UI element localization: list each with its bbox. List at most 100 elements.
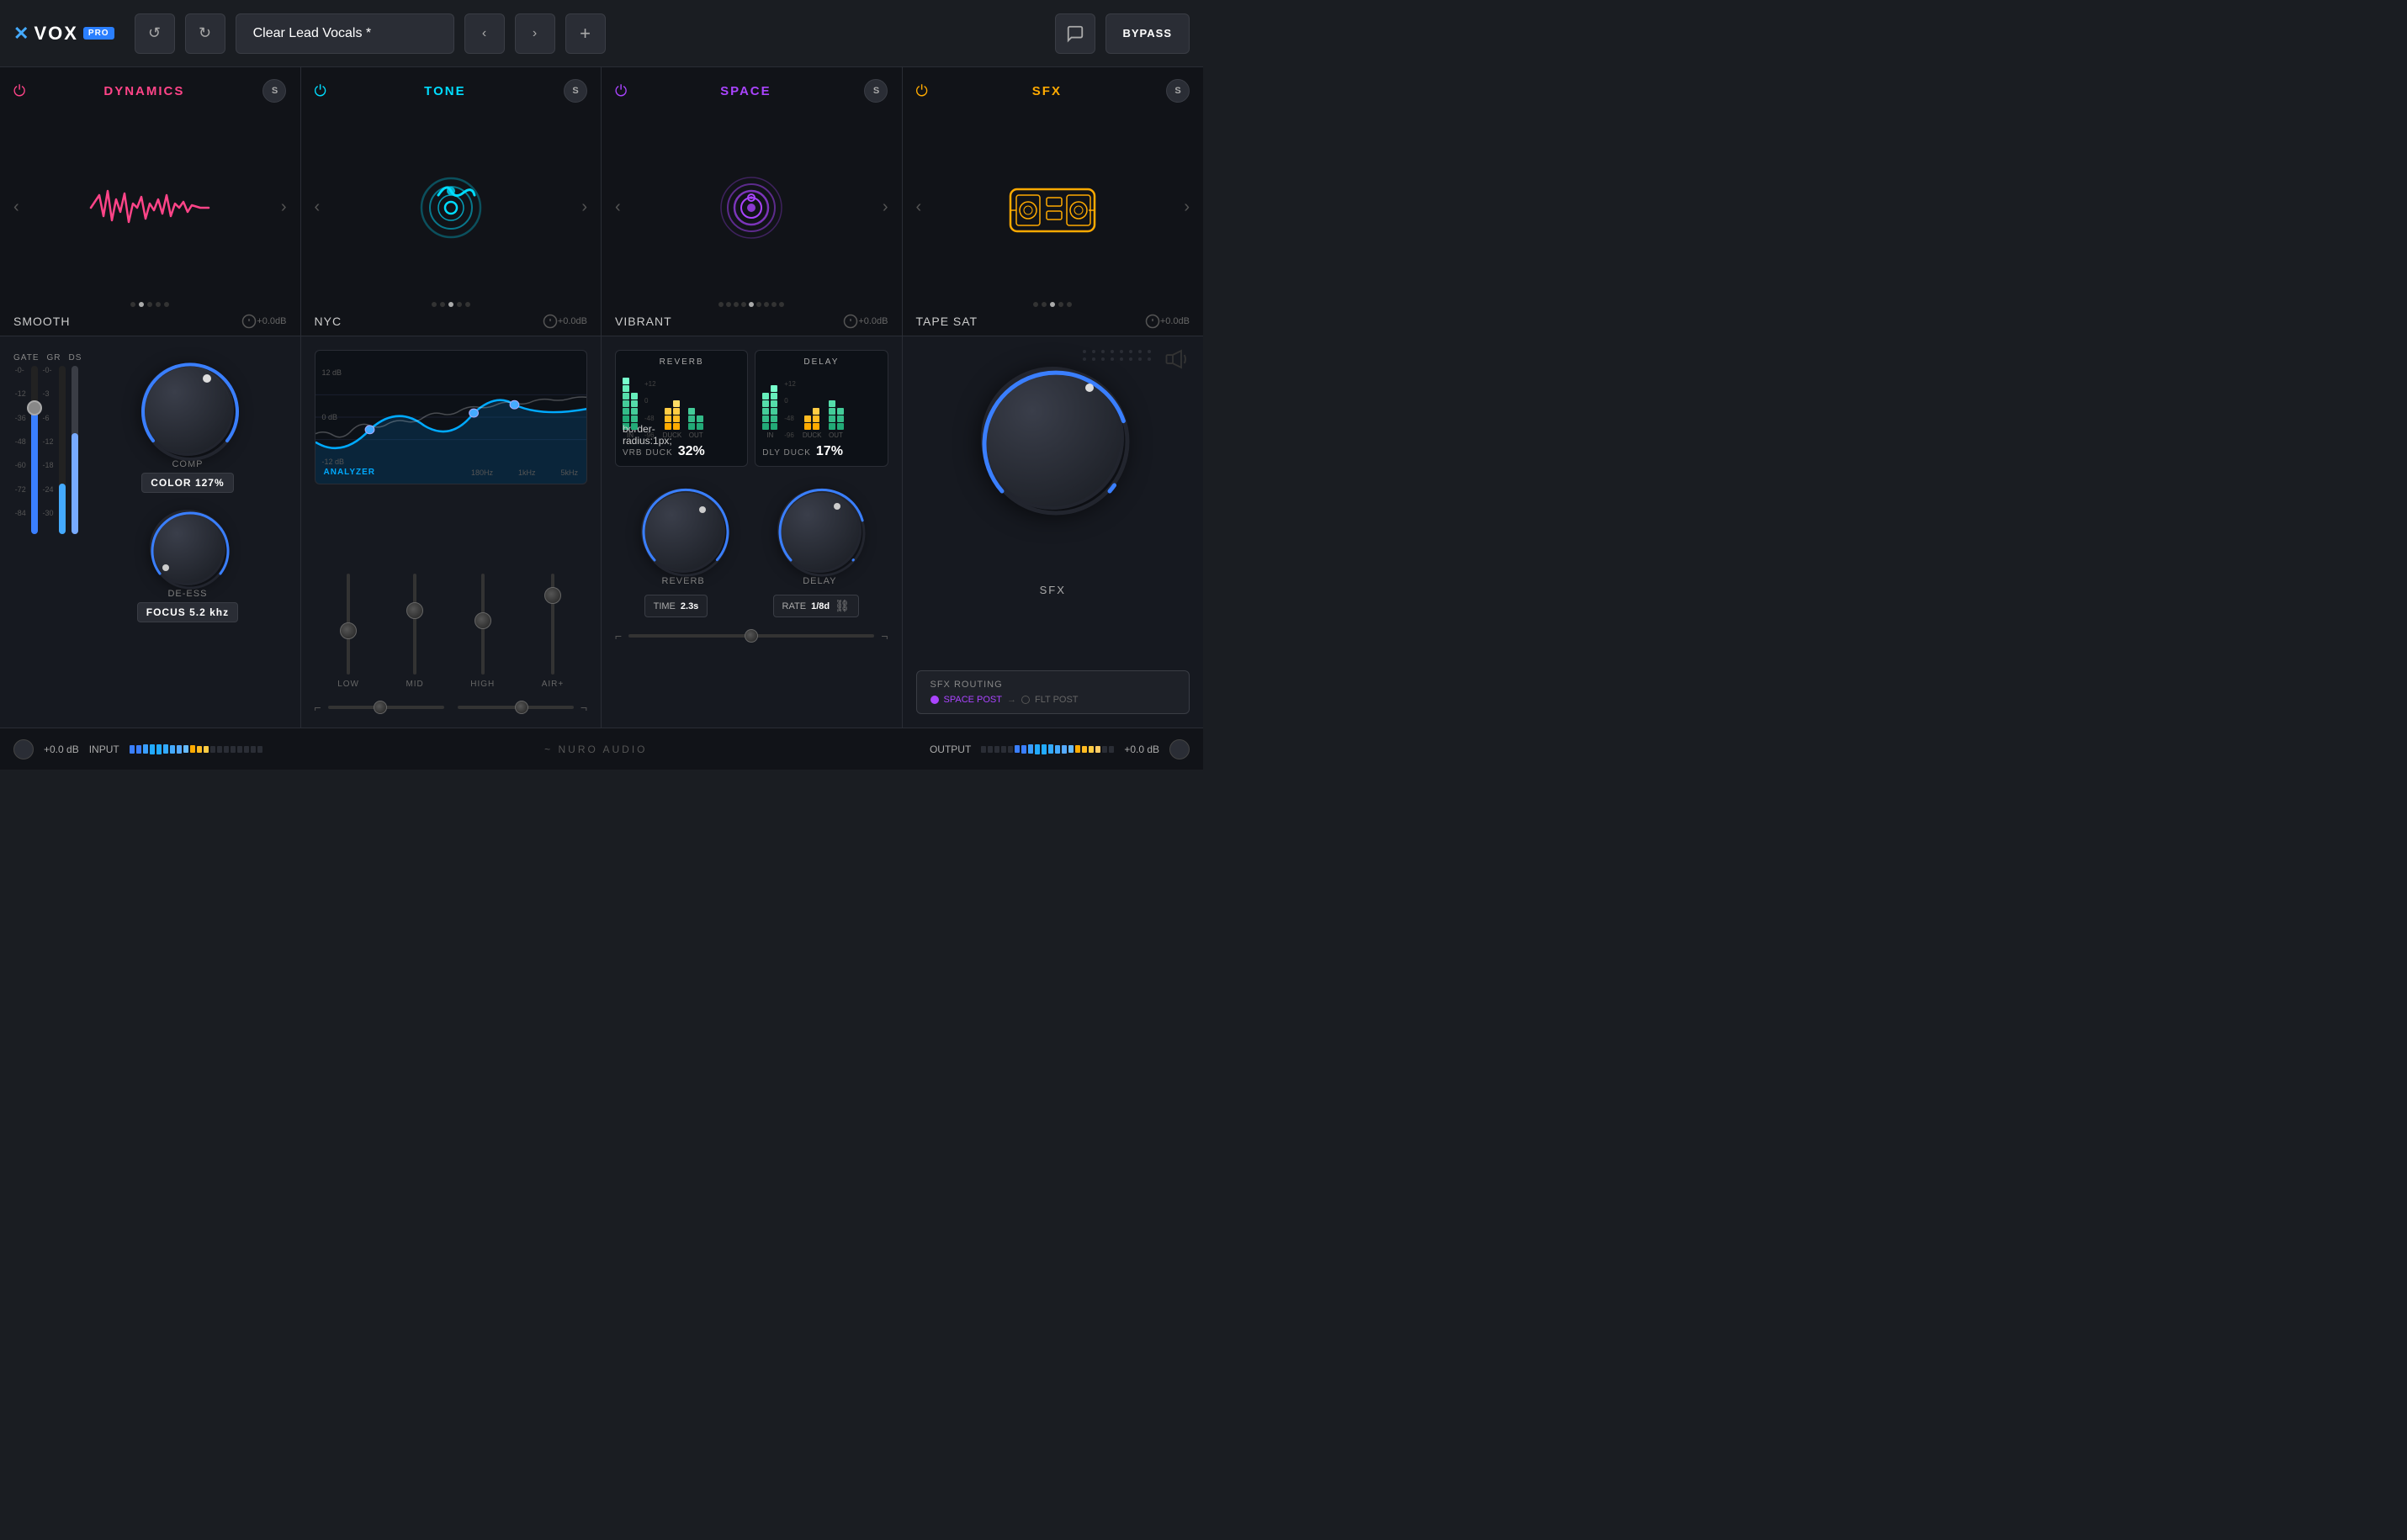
dynamics-power-button[interactable]: ⏻ — [13, 82, 25, 100]
sfx-prev-button[interactable]: ‹ — [916, 198, 922, 217]
tone-s-button[interactable]: S — [564, 79, 587, 103]
sfx-routing-arrow: → — [1007, 695, 1016, 705]
eq-display: 12 dB 0 dB -12 dB ANALYZER 180Hz 1kHz 5k… — [315, 350, 588, 484]
space-power-button[interactable]: ⏻ — [615, 82, 627, 100]
mid-fader-track[interactable] — [413, 574, 416, 675]
sfx-dots-grid — [1083, 350, 1153, 361]
comp-color-value[interactable]: COLOR 127% — [141, 473, 233, 493]
dot-t5 — [465, 302, 470, 307]
pan-track2[interactable] — [458, 706, 574, 709]
gr-tick-labels: -0--3-6-12-18-24-30 — [42, 366, 53, 517]
undo-button[interactable]: ↺ — [135, 13, 175, 54]
eq-freq-labels: 180Hz 1kHz 5kHz — [471, 468, 578, 477]
space-preset-label: VIBRANT — [615, 315, 843, 328]
reverb-meter-box: REVERB border-radius:1px; — [615, 350, 748, 467]
tone-dots — [432, 302, 470, 307]
sfx-s-button[interactable]: S — [1166, 79, 1190, 103]
gate-slider[interactable] — [31, 366, 38, 534]
tone-top-panel: ⏻ TONE S ‹ › — [301, 67, 602, 336]
tone-header: ⏻ TONE S — [315, 79, 588, 103]
dot-s8 — [771, 302, 777, 307]
tone-prev-button[interactable]: ‹ — [315, 198, 321, 217]
sfx-speaker-icon — [1164, 347, 1190, 374]
tone-bottom-panel: 12 dB 0 dB -12 dB ANALYZER 180Hz 1kHz 5k… — [301, 336, 602, 728]
dynamics-dots — [130, 302, 169, 307]
top-panels: ⏻ DYNAMICS S ‹ › SMOOTH — [0, 67, 1203, 336]
eq-analyzer-label: ANALYZER — [324, 468, 376, 477]
dot-s5 — [749, 302, 754, 307]
input-db-text: +0.0 dB — [44, 744, 79, 755]
dot-t3 — [448, 302, 453, 307]
tone-detail: 12 dB 0 dB -12 dB ANALYZER 180Hz 1kHz 5k… — [315, 350, 588, 714]
dynamics-next-button[interactable]: › — [281, 198, 287, 217]
space-info-icon[interactable] — [843, 314, 858, 329]
sfx-info-icon[interactable] — [1145, 314, 1160, 329]
rate-control[interactable]: RATE 1/8d ⛓ — [773, 595, 859, 617]
pan-row: ⌐ ¬ — [315, 701, 588, 714]
space-prev-button[interactable]: ‹ — [615, 198, 621, 217]
tone-preset-label: NYC — [315, 315, 543, 328]
reverb-knob[interactable] — [641, 489, 725, 573]
tone-power-button[interactable]: ⏻ — [315, 82, 326, 100]
pan-track[interactable] — [328, 706, 444, 709]
tone-info-icon[interactable] — [543, 314, 558, 329]
space-next-button[interactable]: › — [883, 198, 888, 217]
input-circle[interactable] — [13, 739, 34, 759]
add-preset-button[interactable]: + — [565, 13, 606, 54]
sfx-bottom-panel: SFX SFX ROUTING SPACE POST → FLT POST — [903, 336, 1204, 728]
input-meter-strip — [130, 744, 262, 754]
bypass-button[interactable]: BYPASS — [1105, 13, 1190, 54]
prev-preset-button[interactable]: ‹ — [464, 13, 505, 54]
delay-knob[interactable] — [777, 489, 862, 573]
dynamics-bottom-info: SMOOTH +0.0dB — [13, 302, 287, 329]
dynamics-prev-button[interactable]: ‹ — [13, 198, 19, 217]
sfx-main-knob[interactable] — [981, 367, 1124, 510]
dynamics-info-icon[interactable] — [241, 314, 257, 329]
dynamics-db-value: +0.0dB — [257, 316, 286, 326]
preset-name-display[interactable]: Clear Lead Vocals * — [236, 13, 454, 54]
deess-focus-value[interactable]: FOCUS 5.2 khz — [137, 602, 238, 622]
gate-label: GATE — [13, 353, 39, 363]
pan-right-icon: ¬ — [581, 701, 587, 714]
delay-knob-section: DELAY — [777, 489, 862, 586]
reverb-knob-section: REVERB — [641, 489, 725, 586]
dynamics-s-button[interactable]: S — [262, 79, 286, 103]
comp-knob[interactable] — [141, 363, 234, 456]
tone-next-button[interactable]: › — [581, 198, 587, 217]
space-header: ⏻ SPACE S — [615, 79, 888, 103]
sfx-nav: ‹ › — [916, 113, 1190, 302]
ds-slider[interactable] — [72, 366, 78, 534]
dot-f2 — [1042, 302, 1047, 307]
air-fader-track[interactable] — [551, 574, 554, 675]
low-fader: LOW — [337, 574, 359, 689]
dot-f5 — [1067, 302, 1072, 307]
space-s-button[interactable]: S — [864, 79, 888, 103]
space-pan-track[interactable] — [628, 634, 874, 638]
air-fader-label: AIR+ — [542, 680, 565, 689]
output-meter-strip — [981, 744, 1114, 754]
output-circle[interactable] — [1169, 739, 1190, 759]
comment-button[interactable] — [1055, 13, 1095, 54]
mid-fader: MID — [406, 574, 423, 689]
deess-knob[interactable] — [150, 510, 225, 585]
dot-f1 — [1033, 302, 1038, 307]
space-pan-row: ⌐ ¬ — [615, 629, 888, 643]
sfx-next-button[interactable]: › — [1184, 198, 1190, 217]
sfx-bottom-info: TAPE SAT +0.0dB — [916, 302, 1190, 329]
dot-t1 — [432, 302, 437, 307]
space-detail: REVERB border-radius:1px; — [615, 350, 888, 714]
high-fader-track[interactable] — [481, 574, 485, 675]
sfx-routing-circle — [1021, 696, 1030, 704]
time-control[interactable]: TIME 2.3s — [644, 595, 708, 617]
gr-slider[interactable] — [59, 366, 66, 534]
air-fader: AIR+ — [542, 574, 565, 689]
sfx-routing-title: SFX ROUTING — [930, 680, 1176, 690]
tone-bottom-info: NYC +0.0dB — [315, 302, 588, 329]
sfx-title: SFX — [1032, 84, 1062, 98]
redo-button[interactable]: ↻ — [185, 13, 225, 54]
low-fader-track[interactable] — [347, 574, 350, 675]
space-top-panel: ⏻ SPACE S ‹ › — [602, 67, 903, 336]
sfx-power-button[interactable]: ⏻ — [916, 82, 928, 100]
next-preset-button[interactable]: › — [515, 13, 555, 54]
sfx-header: ⏻ SFX S — [916, 79, 1190, 103]
